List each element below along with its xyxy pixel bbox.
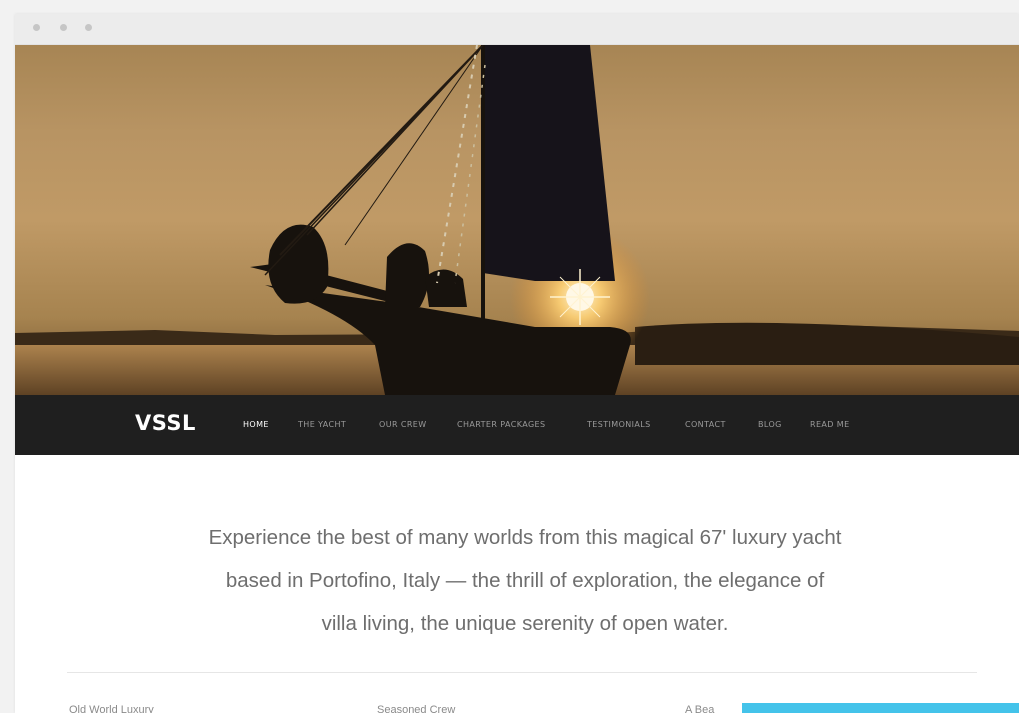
nav-read-me[interactable]: READ ME	[810, 420, 850, 429]
sailboat-sunset-illustration	[15, 45, 1019, 395]
intro-line-1: Experience the best of many worlds from …	[208, 526, 842, 549]
feature-heading-3: A Bea	[685, 704, 715, 713]
window-titlebar	[15, 14, 1019, 45]
hero-image	[15, 45, 1019, 395]
feature-heading-1: Old World Luxury	[69, 704, 154, 713]
window-close-dot[interactable]	[33, 24, 40, 31]
window-maximize-dot[interactable]	[85, 24, 92, 31]
overlay-accent-bar	[742, 703, 1019, 713]
section-divider	[67, 672, 977, 673]
nav-our-crew[interactable]: OUR CREW	[379, 420, 427, 429]
intro-line-3: villa living, the unique serenity of ope…	[321, 612, 729, 635]
nav-charter-packages[interactable]: CHARTER PACKAGES	[457, 420, 546, 429]
intro-text: Experience the best of many worlds from …	[125, 516, 925, 645]
feature-heading-2: Seasoned Crew	[377, 704, 456, 713]
browser-window: VSSL HOME THE YACHT OUR CREW CHARTER PAC…	[15, 14, 1019, 713]
nav-contact[interactable]: CONTACT	[685, 420, 726, 429]
nav-blog[interactable]: BLOG	[758, 420, 782, 429]
site-logo[interactable]: VSSL	[135, 411, 196, 435]
site-navbar: VSSL HOME THE YACHT OUR CREW CHARTER PAC…	[15, 395, 1019, 455]
nav-home[interactable]: HOME	[243, 420, 269, 429]
nav-the-yacht[interactable]: THE YACHT	[298, 420, 346, 429]
intro-line-2: based in Portofino, Italy — the thrill o…	[225, 569, 825, 592]
nav-testimonials[interactable]: TESTIMONIALS	[587, 420, 651, 429]
window-minimize-dot[interactable]	[60, 24, 67, 31]
